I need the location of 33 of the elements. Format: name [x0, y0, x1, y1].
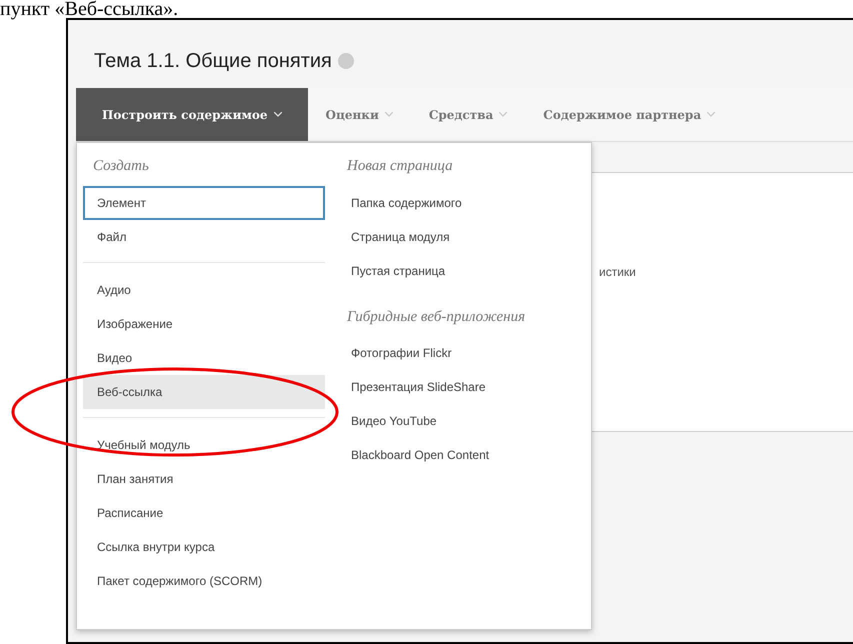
menu-item[interactable]: План занятия	[83, 462, 325, 496]
menu-item[interactable]: Презентация SlideShare	[337, 370, 500, 404]
menu-tab[interactable]: Содержимое партнера	[525, 88, 734, 141]
menu-item[interactable]: Blackboard Open Content	[337, 438, 504, 472]
menu-item[interactable]: Страница модуля	[337, 220, 464, 254]
menu-item[interactable]: Фотографии Flickr	[337, 336, 466, 370]
menu-item[interactable]: Учебный модуль	[83, 428, 325, 462]
menu-heading: Создать	[92, 157, 150, 176]
menu-tab[interactable]: Построить содержимое	[76, 88, 308, 141]
menu-item[interactable]: Веб-ссылка	[83, 374, 325, 408]
caret-icon	[499, 112, 508, 117]
menu-item[interactable]: Пустая страница	[337, 254, 460, 288]
caret-icon	[707, 112, 716, 117]
menu-item[interactable]: Ссылка внутри курса	[83, 530, 325, 564]
menu-item[interactable]: Элемент	[83, 186, 325, 220]
caret-icon	[274, 112, 282, 117]
options-icon[interactable]	[338, 53, 354, 69]
menu-item[interactable]: Файл	[83, 220, 325, 254]
menu-heading: Гибридные веб-приложения	[346, 308, 526, 326]
menu-item[interactable]: Изображение	[83, 306, 325, 340]
menu-item[interactable]: Папка содержимого	[337, 186, 476, 220]
caret-icon	[384, 112, 393, 117]
menu-heading: Новая страница	[346, 157, 454, 176]
menu-item[interactable]: Видео YouTube	[337, 404, 451, 438]
menu-item[interactable]: Видео	[83, 340, 325, 374]
menu-tab[interactable]: Оценки	[308, 88, 411, 141]
menu-item[interactable]: Аудио	[83, 272, 325, 306]
menu-tab[interactable]: Средства	[410, 88, 526, 141]
page-title: Тема 1.1. Общие понятия	[94, 49, 332, 74]
menu-item[interactable]: Расписание	[83, 496, 325, 530]
content-text: истики	[599, 264, 636, 281]
caption-text: пункт «Веб-ссылка».	[0, 0, 180, 18]
menu-item[interactable]: Пакет содержимого (SCORM)	[83, 564, 325, 598]
